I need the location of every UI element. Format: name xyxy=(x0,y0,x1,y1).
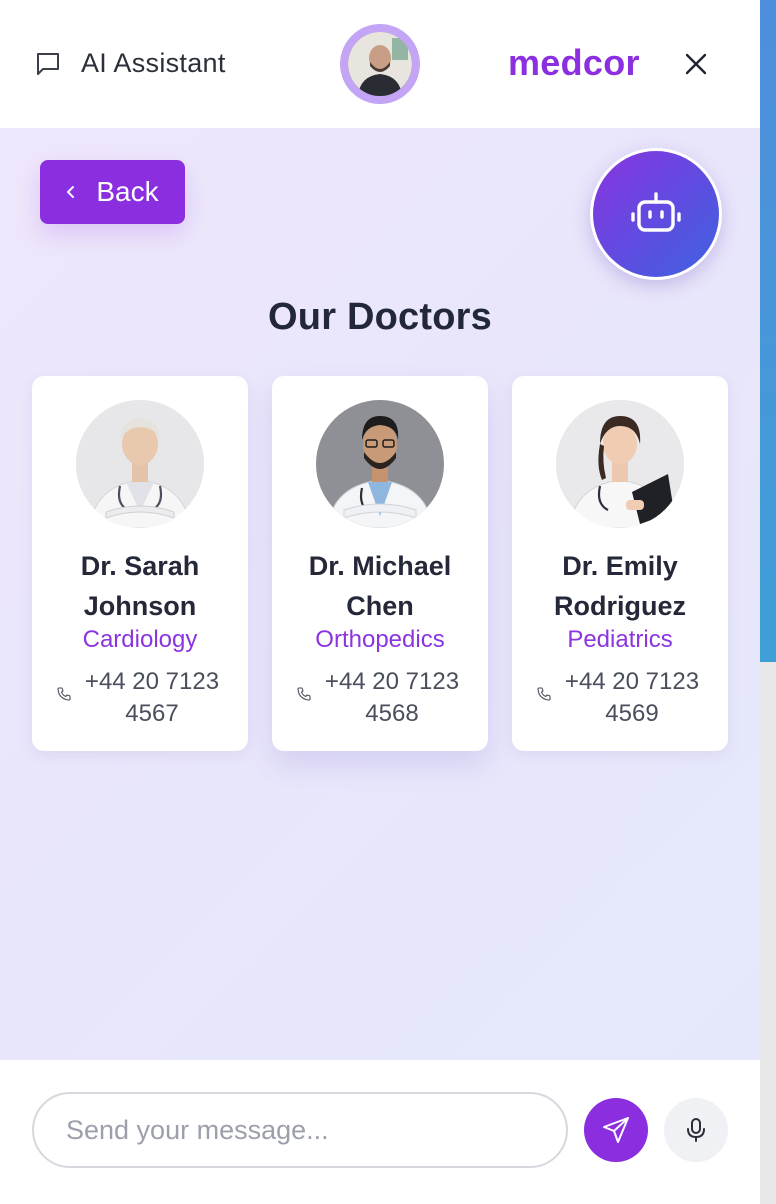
chevron-left-icon xyxy=(67,186,75,198)
back-button-label: Back xyxy=(96,176,159,207)
doctor-photo xyxy=(556,400,684,528)
send-icon xyxy=(603,1117,629,1143)
send-button[interactable] xyxy=(584,1098,648,1162)
assistant-avatar xyxy=(340,24,420,104)
microphone-icon xyxy=(687,1118,705,1142)
message-square-icon xyxy=(33,49,63,79)
doctor-specialty: Orthopedics xyxy=(315,626,445,653)
chat-body: Back Our Doctors Dr. Sarah Johnson Cardi… xyxy=(0,128,760,1060)
microphone-button[interactable] xyxy=(664,1098,728,1162)
doctor-phone: +44 20 7123 4567 xyxy=(84,668,220,727)
chat-header: AI Assistant medcor xyxy=(0,0,760,128)
doctor-specialty: Pediatrics xyxy=(567,626,673,653)
phone-icon xyxy=(536,686,552,702)
bot-icon xyxy=(631,192,681,232)
doctor-card[interactable]: Dr. Sarah Johnson Cardiology +44 20 7123… xyxy=(32,376,248,751)
chat-footer xyxy=(0,1060,760,1202)
back-button[interactable]: Back xyxy=(40,160,185,224)
section-title: Our Doctors xyxy=(268,296,492,338)
close-icon[interactable] xyxy=(680,48,712,80)
doctor-name: Dr. Sarah Johnson xyxy=(80,551,200,621)
doctor-card[interactable]: Dr. Emily Rodriguez Pediatrics +44 20 71… xyxy=(512,376,728,751)
bot-avatar-button[interactable] xyxy=(590,148,722,280)
header-title: AI Assistant xyxy=(81,48,226,78)
doctor-specialty: Cardiology xyxy=(82,626,198,653)
background-strip xyxy=(760,0,776,1204)
doctor-phone: +44 20 7123 4568 xyxy=(324,668,460,727)
brand-logo: medcor xyxy=(508,42,640,83)
doctor-phone: +44 20 7123 4569 xyxy=(564,668,700,727)
doctor-photo xyxy=(76,400,204,528)
phone-icon xyxy=(296,686,312,702)
doctor-name: Dr. Michael Chen xyxy=(308,551,452,621)
message-input[interactable] xyxy=(32,1092,568,1168)
doctor-name: Dr. Emily Rodriguez xyxy=(554,551,686,621)
phone-icon xyxy=(56,686,72,702)
doctor-photo xyxy=(316,400,444,528)
doctor-card[interactable]: Dr. Michael Chen Orthopedics +44 20 7123… xyxy=(272,376,488,751)
chat-widget: AI Assistant medcor Back Our Doctors Dr.… xyxy=(0,0,760,1202)
